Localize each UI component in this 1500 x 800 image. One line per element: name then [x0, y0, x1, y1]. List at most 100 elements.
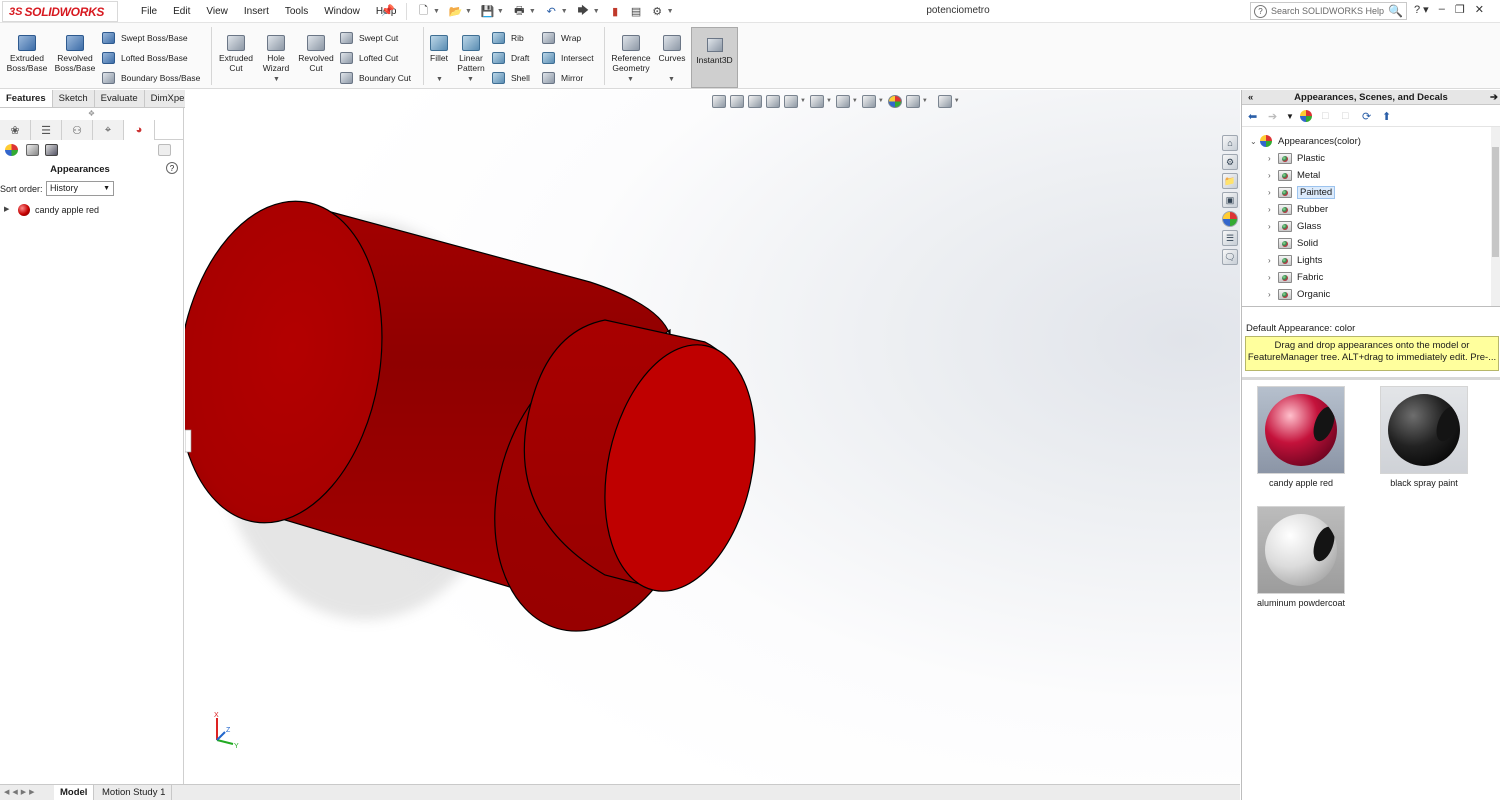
minimize-icon[interactable]: –	[1439, 3, 1445, 16]
restore-icon[interactable]: ❐	[1455, 3, 1465, 16]
tree-item-painted[interactable]: › Painted	[1268, 184, 1336, 200]
file-properties-icon[interactable]: ▤	[628, 4, 645, 19]
decals-view-icon[interactable]	[26, 144, 39, 156]
extruded-cut-button[interactable]: Extruded Cut	[216, 35, 256, 73]
potentiometer-3d-model[interactable]	[185, 90, 1240, 784]
chevron-right-icon[interactable]: ›	[1268, 273, 1278, 282]
boundary-boss-button[interactable]: Boundary Boss/Base	[102, 72, 200, 84]
pane-splitter[interactable]	[1242, 377, 1500, 380]
tree-item-lights[interactable]: › Lights	[1268, 252, 1322, 268]
appearance-list-item[interactable]: ▶ candy apple red	[0, 202, 183, 218]
help-dropdown-icon[interactable]: ? ▾	[1414, 3, 1429, 16]
new-document-icon[interactable]: 🗋	[415, 4, 432, 19]
apply-scene-icon[interactable]	[905, 95, 920, 108]
hide-show-items-icon[interactable]	[861, 95, 876, 108]
chevron-right-icon[interactable]: ›	[1268, 222, 1278, 231]
tree-item-solid[interactable]: Solid	[1268, 235, 1318, 251]
draft-button[interactable]: Draft	[492, 52, 529, 64]
menu-edit[interactable]: Edit	[165, 4, 198, 19]
tab-features[interactable]: Features	[0, 90, 53, 107]
custom-properties-icon[interactable]: ☰	[1222, 230, 1238, 246]
swatch-candy-apple-red[interactable]: candy apple red	[1256, 386, 1346, 488]
reference-triad[interactable]: X Y Z	[207, 710, 247, 750]
instant3d-button[interactable]: Instant3D	[691, 27, 738, 88]
zoom-to-area-icon[interactable]	[730, 95, 744, 108]
reference-geometry-button[interactable]: Reference Geometry	[608, 35, 654, 73]
chevron-down-icon[interactable]: ▼	[273, 76, 280, 83]
property-manager-tab-icon[interactable]: ☰	[31, 120, 62, 140]
scene-lights-view-icon[interactable]	[45, 144, 58, 156]
chevron-down-icon[interactable]: ▼	[852, 98, 858, 108]
wrap-button[interactable]: Wrap	[542, 32, 581, 44]
lofted-cut-button[interactable]: Lofted Cut	[340, 52, 398, 64]
chevron-right-icon[interactable]: ›	[1268, 154, 1278, 163]
zoom-to-fit-icon[interactable]	[712, 95, 726, 108]
design-library-icon[interactable]: 📁	[1222, 173, 1238, 189]
fillet-button[interactable]: Fillet	[426, 35, 452, 63]
appearances-view-icon[interactable]	[5, 144, 18, 156]
back-arrow-icon[interactable]: ⬅	[1248, 110, 1257, 123]
lofted-boss-button[interactable]: Lofted Boss/Base	[102, 52, 188, 64]
solidworks-resources-icon[interactable]: ⚙	[1222, 154, 1238, 170]
tree-item-plastic[interactable]: › Plastic	[1268, 150, 1325, 166]
chevron-down-icon[interactable]: ▼	[593, 8, 600, 15]
menu-tools[interactable]: Tools	[277, 4, 316, 19]
pin-menu-icon[interactable]: 📌	[381, 4, 395, 17]
previous-view-icon[interactable]	[748, 95, 762, 108]
hole-wizard-button[interactable]: Hole Wizard	[258, 35, 294, 73]
swept-boss-button[interactable]: Swept Boss/Base	[102, 32, 188, 44]
expand-arrow-icon[interactable]: ▶	[4, 205, 9, 213]
sort-order-select[interactable]: History ▼	[46, 181, 114, 196]
chevron-down-icon[interactable]: ▼	[433, 8, 440, 15]
tab-scroll-arrows-icon[interactable]: ◀◀▶▶	[4, 788, 38, 796]
intersect-button[interactable]: Intersect	[542, 52, 594, 64]
menu-file[interactable]: File	[133, 4, 165, 19]
forum-icon[interactable]: 🗨	[1222, 249, 1238, 265]
tree-item-metal[interactable]: › Metal	[1268, 167, 1320, 183]
menu-view[interactable]: View	[198, 4, 236, 19]
chevron-down-icon[interactable]: ▼	[800, 98, 806, 108]
solidworks-logo[interactable]: 3S SOLIDWORKS	[2, 1, 118, 22]
viewport-edge-handle[interactable]	[185, 429, 192, 453]
chevron-down-icon[interactable]: ▼	[436, 76, 443, 83]
appearances-scenes-icon[interactable]	[1222, 211, 1238, 227]
home-icon[interactable]: ⌂	[1222, 135, 1238, 151]
help-search-input[interactable]: ? Search SOLIDWORKS Help 🔍	[1250, 2, 1407, 20]
dimxpert-manager-tab-icon[interactable]: ⌖	[93, 120, 124, 140]
chevron-down-icon[interactable]: ▼	[465, 8, 472, 15]
chevron-down-icon[interactable]: ▼	[667, 8, 674, 15]
menu-insert[interactable]: Insert	[236, 4, 277, 19]
rib-button[interactable]: Rib	[492, 32, 524, 44]
menu-window[interactable]: Window	[316, 4, 368, 19]
mirror-button[interactable]: Mirror	[542, 72, 583, 84]
tree-item-rubber[interactable]: › Rubber	[1268, 201, 1328, 217]
chevron-down-icon[interactable]: ▼	[1286, 112, 1294, 121]
tree-root[interactable]: ⌄ Appearances(color)	[1250, 133, 1361, 149]
extruded-boss-button[interactable]: Extruded Boss/Base	[6, 35, 48, 73]
tree-item-fabric[interactable]: › Fabric	[1268, 269, 1323, 285]
rebuild-traffic-light-icon[interactable]: ▮	[607, 4, 624, 19]
shell-button[interactable]: Shell	[492, 72, 530, 84]
chevron-down-icon[interactable]: ⌄	[1250, 137, 1260, 146]
display-style-icon[interactable]	[835, 95, 850, 108]
panel-resize-grip[interactable]: ❖	[0, 108, 183, 120]
add-to-library-icon[interactable]	[1300, 110, 1312, 122]
chevron-down-icon[interactable]: ▼	[922, 98, 928, 108]
chevron-right-icon[interactable]: ›	[1268, 205, 1278, 214]
options-gear-icon[interactable]: ⚙	[649, 4, 666, 19]
help-icon[interactable]: ?	[166, 162, 178, 174]
tree-item-organic[interactable]: › Organic	[1268, 286, 1330, 302]
open-folder-icon[interactable]: 📂	[447, 4, 464, 19]
section-view-icon[interactable]	[766, 95, 780, 108]
chevron-down-icon[interactable]: ▼	[497, 8, 504, 15]
collapse-pane-icon[interactable]: «	[1248, 90, 1253, 105]
file-explorer-icon[interactable]: ▣	[1222, 192, 1238, 208]
refresh-icon[interactable]: ⟳	[1362, 110, 1371, 123]
chevron-down-icon[interactable]: ▼	[668, 76, 675, 83]
swatch-black-spray-paint[interactable]: black spray paint	[1379, 386, 1469, 488]
tab-motion-study[interactable]: Motion Study 1	[96, 785, 173, 800]
chevron-right-icon[interactable]: ›	[1268, 256, 1278, 265]
chevron-down-icon[interactable]: ▼	[529, 8, 536, 15]
save-icon[interactable]: 💾	[479, 4, 496, 19]
print-icon[interactable]: 🖶	[511, 4, 528, 19]
